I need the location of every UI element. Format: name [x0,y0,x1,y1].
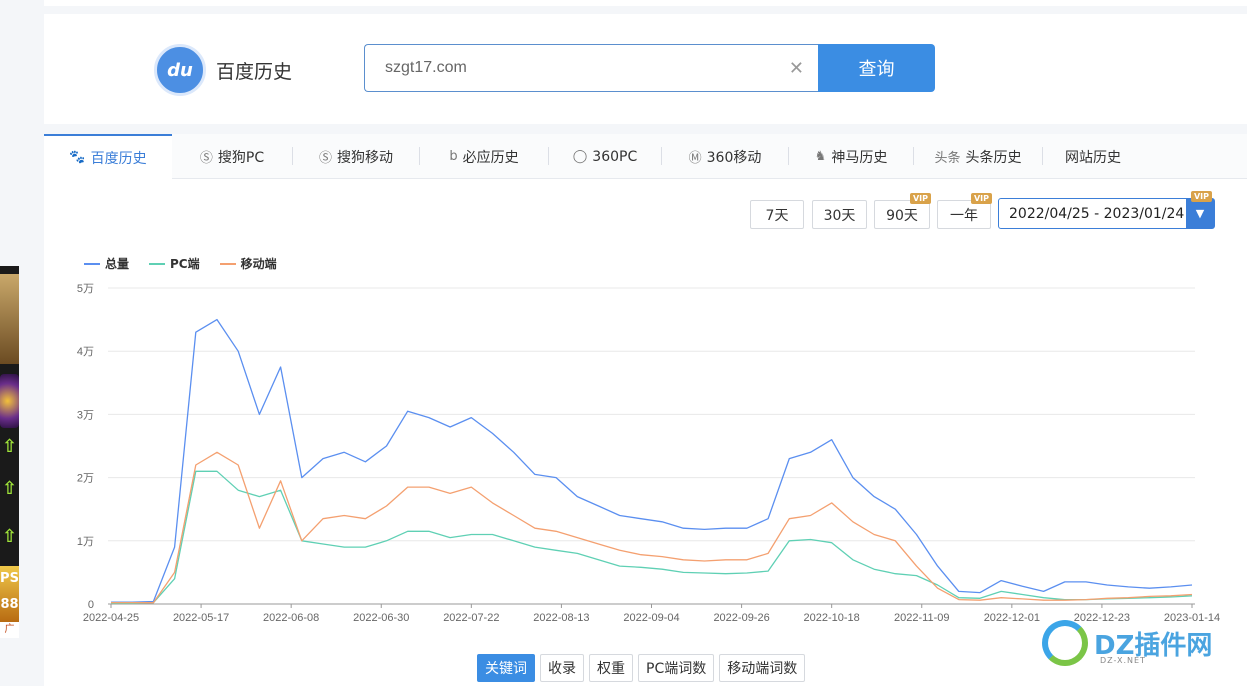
traffic-line-chart[interactable]: 0 1万 2万 3万 4万 5万 2022-04-25 2022-05-17 2022-06-0… [44,268,1247,638]
tab-label: 网站历史 [1065,149,1121,166]
brand-title: 百度历史 [216,60,293,83]
tab-3[interactable]: Ⓢ 搜狗移动 [293,134,419,179]
tab-5[interactable]: ◯ 360PC [549,134,661,179]
x-tick-label: 2022-04-25 [83,612,139,624]
main-card: 🐾 百度历史 Ⓢ 搜狗PC Ⓢ 搜狗移动 b 必应历史 ◯ 360PC Ⓜ 360移动 ♞ 神马历史 头条头… [44,134,1247,686]
y-tick-label: 2万 [77,473,94,485]
watermark-sub: DZ-X.NET [1100,656,1146,665]
sogou-icon: Ⓢ [318,151,332,166]
tab-label: 搜狗PC [217,149,265,166]
chevron-down-icon[interactable]: ▼ [1186,199,1214,228]
dz-logo-icon [1042,620,1088,666]
metric-tab-5[interactable]: 移动端词数 [719,654,806,682]
search-box: ✕ [364,44,818,92]
legend-line-icon [84,262,100,265]
search-card: du 百度历史 ✕ 查询 [44,14,1247,124]
top-strip [44,0,1247,6]
tab-7[interactable]: ♞ 神马历史 [789,134,913,179]
ad-badge: PS 88 [0,566,19,622]
brand: du 百度历史 [154,44,292,96]
tab-label: 360PC [592,148,638,165]
so360m-icon: Ⓜ [688,151,702,166]
tab-9[interactable]: 网站历史 [1043,134,1143,179]
vip-badge: VIP [970,193,992,204]
ad-badge-text: PS [0,571,19,586]
vip-badge: VIP [909,193,931,204]
y-tick-label: 3万 [77,409,94,421]
metric-tab-2[interactable]: 收录 [540,654,584,682]
watermark: DZ插件网 DZ-X.NET [1042,620,1212,666]
series-line-1[interactable] [111,318,1193,603]
date-range-value: 2022/04/25 - 2023/01/24 [1009,205,1185,222]
x-tick-label: 2022-09-04 [623,612,679,624]
y-tick-label: 1万 [77,536,94,548]
metric-tab-4[interactable]: PC端词数 [638,654,715,682]
vip-badge: VIP [1190,191,1212,202]
x-tick-label: 2022-08-13 [533,612,589,624]
tab-8[interactable]: 头条 头条历史 [914,134,1042,179]
tab-6[interactable]: Ⓜ 360移动 [662,134,788,179]
bing-icon: b [449,149,458,164]
engine-tabs: 🐾 百度历史 Ⓢ 搜狗PC Ⓢ 搜狗移动 b 必应历史 ◯ 360PC Ⓜ 360移动 ♞ 神马历史 头条头… [44,134,1247,179]
x-tick-label: 2022-10-18 [804,612,860,624]
tab-1[interactable]: 🐾 百度历史 [44,134,172,179]
metric-tabs: 关键词 收录 权重 PC端词数 移动端词数 [477,654,810,682]
tab-label: 搜狗移动 [337,149,393,166]
tab-label: 神马历史 [831,149,888,166]
range-90d-button[interactable]: 90天 VIP [874,193,931,229]
date-range-picker[interactable]: 2022/04/25 - 2023/01/24 ▼ VIP [998,191,1215,229]
tab-4[interactable]: b 必应历史 [420,134,548,179]
tab-label: 必应历史 [462,149,519,166]
tab-label: 360移动 [706,149,762,166]
ad-arrow-icon: ⇧ [1,436,18,457]
so360-icon: ◯ [572,149,588,164]
side-advertisement[interactable]: ⇧ ⇧ ⇧ PS 88 广告 [0,266,19,638]
range-30d-button[interactable]: 30天 [812,200,867,229]
x-tick-label: 2022-07-22 [443,612,499,624]
tab-label: 百度历史 [90,150,147,167]
baidu-paw-icon: du [154,44,206,96]
x-tick-label: 2022-06-08 [263,612,319,624]
ad-banner-image [0,274,19,364]
ad-badge-number: 88 [0,597,19,612]
search-input[interactable] [385,59,785,77]
tab-label: 头条历史 [965,149,1022,166]
ad-arrow-icon: ⇧ [1,478,18,499]
shenma-icon: ♞ [814,149,827,164]
search-button[interactable]: 查询 [818,44,935,92]
range-year-button[interactable]: 一年 VIP [937,193,992,229]
tab-2[interactable]: Ⓢ 搜狗PC [172,134,292,179]
paw-icon: 🐾 [69,150,86,165]
sogou-icon: Ⓢ [199,151,213,166]
x-tick-label: 2022-05-17 [173,612,229,624]
range-7d-button[interactable]: 7天 [750,200,804,229]
clear-icon[interactable]: ✕ [789,58,804,79]
x-tick-label: 2022-12-01 [984,612,1040,624]
x-tick-label: 2022-09-26 [713,612,769,624]
toutiao-icon: 头条 [934,151,961,166]
metric-tab-1[interactable]: 关键词 [477,654,535,682]
legend-line-icon [219,262,236,265]
x-tick-label: 2022-11-09 [894,612,949,624]
x-tick-label: 2022-06-30 [353,612,409,624]
y-tick-label: 0 [88,599,94,611]
legend-line-icon [149,262,166,265]
y-tick-label: 4万 [77,346,94,358]
ad-label: 广告 [0,622,19,638]
ad-coin-icon [0,374,19,428]
y-tick-label: 5万 [77,283,94,295]
series-line-3[interactable] [111,451,1193,604]
series-line-2[interactable] [111,470,1193,605]
metric-tab-3[interactable]: 权重 [589,654,633,682]
ad-arrow-icon: ⇧ [1,526,18,547]
